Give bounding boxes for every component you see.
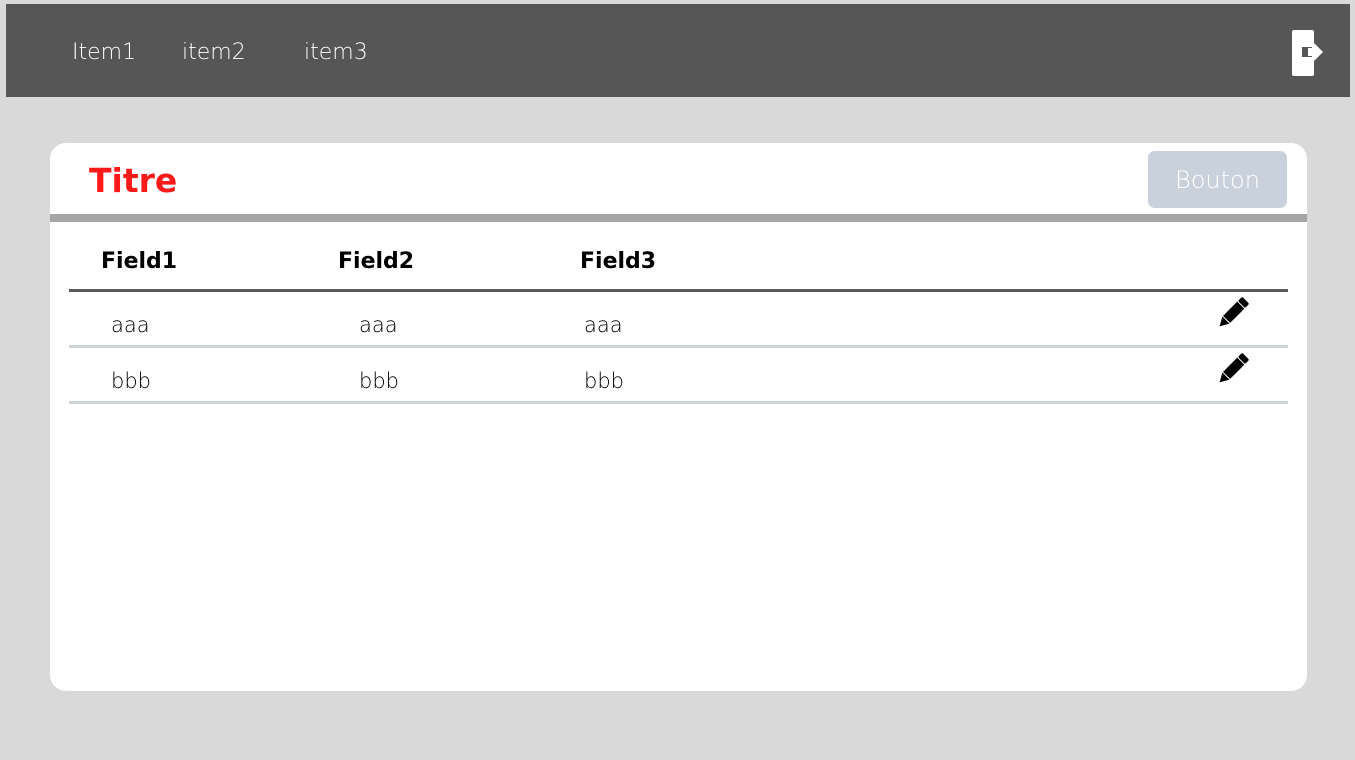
nav-item-item1[interactable]: Item1 (72, 40, 136, 65)
table-cell: bbb (584, 369, 624, 393)
bouton-button[interactable]: Bouton (1148, 151, 1287, 208)
column-header-field1[interactable]: Field1 (101, 249, 177, 274)
content-card: Titre Bouton Field1 Field2 Field3 aaa aa… (50, 143, 1307, 691)
row-divider (69, 345, 1288, 348)
column-header-field2[interactable]: Field2 (338, 249, 414, 274)
title-divider (50, 214, 1307, 222)
table-cell: bbb (359, 369, 399, 393)
nav-item-item2[interactable]: item2 (182, 40, 246, 65)
pencil-icon[interactable] (1213, 293, 1253, 333)
pencil-icon[interactable] (1213, 349, 1253, 389)
row-divider (69, 401, 1288, 404)
table-cell: aaa (584, 313, 623, 337)
table-cell: bbb (111, 369, 151, 393)
top-nav-bar: Item1 item2 item3 (6, 4, 1350, 97)
logout-icon[interactable] (1290, 29, 1330, 79)
header-divider (69, 289, 1288, 292)
table-cell: aaa (359, 313, 398, 337)
table-cell: aaa (111, 313, 150, 337)
nav-item-item3[interactable]: item3 (304, 40, 368, 65)
column-header-field3[interactable]: Field3 (580, 249, 656, 274)
card-title: Titre (89, 161, 178, 200)
